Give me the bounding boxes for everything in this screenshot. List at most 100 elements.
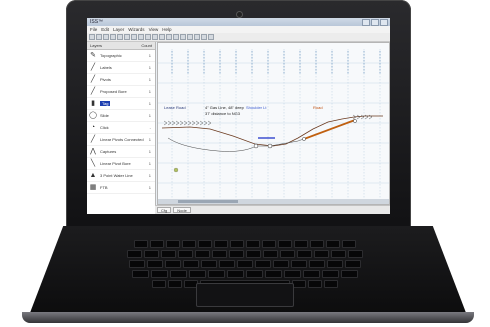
keyboard-key[interactable]	[127, 250, 142, 258]
keyboard-key[interactable]	[291, 260, 307, 268]
keyboard-key[interactable]	[150, 240, 164, 248]
paste-icon[interactable]	[131, 34, 137, 40]
keyboard-key[interactable]	[201, 260, 217, 268]
close-button[interactable]	[380, 19, 388, 26]
scroll-thumb[interactable]	[178, 200, 238, 203]
keyboard-key[interactable]	[246, 240, 260, 248]
keyboard-key[interactable]	[348, 250, 363, 258]
keyboard-key[interactable]	[309, 260, 325, 268]
keyboard-key[interactable]	[310, 240, 324, 248]
marker-dot[interactable]	[173, 167, 179, 173]
keyboard-key[interactable]	[230, 240, 244, 248]
layer-row[interactable]: ▦ FTB 1	[87, 182, 155, 194]
keyboard-key[interactable]	[165, 260, 181, 268]
layer-row[interactable]: ▲ 3 Point Water Line 1	[87, 170, 155, 182]
pivot-node[interactable]	[302, 137, 306, 141]
zoom-fit-icon[interactable]	[201, 34, 207, 40]
keyboard-key[interactable]	[134, 240, 148, 248]
pivot-node[interactable]	[353, 119, 357, 123]
layer-row[interactable]: ╱ Linear Pivots Connected 1	[87, 134, 155, 146]
maximize-button[interactable]	[371, 19, 379, 26]
keyboard-key[interactable]	[292, 280, 306, 288]
keyboard-key[interactable]	[132, 270, 149, 278]
keyboard-key[interactable]	[212, 250, 227, 258]
keyboard-key[interactable]	[198, 240, 212, 248]
zoom-in-icon[interactable]	[187, 34, 193, 40]
keyboard-key[interactable]	[294, 240, 308, 248]
menu-file[interactable]: File	[90, 26, 97, 33]
touchpad[interactable]	[196, 283, 294, 307]
keyboard-key[interactable]	[195, 250, 210, 258]
keyboard-key[interactable]	[170, 270, 187, 278]
zoom-out-icon[interactable]	[194, 34, 200, 40]
keyboard-key[interactable]	[166, 240, 180, 248]
keyboard-key[interactable]	[237, 260, 253, 268]
layer-row[interactable]: ╱ Proposed Bore 1	[87, 86, 155, 98]
layer-row[interactable]: ╲ Linear Pivot Bore 1	[87, 158, 155, 170]
keyboard-key[interactable]	[246, 270, 263, 278]
redo-icon[interactable]	[145, 34, 151, 40]
keyboard-key[interactable]	[182, 240, 196, 248]
keyboard-key[interactable]	[297, 250, 312, 258]
layer-row[interactable]: ╱ Labels 1	[87, 62, 155, 74]
keyboard-key[interactable]	[308, 280, 322, 288]
print-icon[interactable]	[110, 34, 116, 40]
profile-canvas[interactable]: Lease Road 4" Gas Line, 48" deep 37' dis…	[157, 42, 390, 205]
keyboard-key[interactable]	[326, 240, 340, 248]
save-icon[interactable]	[103, 34, 109, 40]
pan-icon[interactable]	[208, 34, 214, 40]
keyboard-key[interactable]	[168, 280, 182, 288]
keyboard-key[interactable]	[262, 240, 276, 248]
pivot-node[interactable]	[267, 143, 273, 149]
undo-icon[interactable]	[138, 34, 144, 40]
minimize-button[interactable]	[362, 19, 370, 26]
tab-node[interactable]: Node	[173, 207, 191, 213]
pivot-node[interactable]	[253, 143, 259, 149]
keyboard-key[interactable]	[208, 270, 225, 278]
keyboard-key[interactable]	[327, 260, 343, 268]
keyboard-key[interactable]	[273, 260, 289, 268]
line-tool-icon[interactable]	[159, 34, 165, 40]
pointer-icon[interactable]	[152, 34, 158, 40]
text-tool-icon[interactable]	[173, 34, 179, 40]
layer-row[interactable]: ◯ Slide 1	[87, 110, 155, 122]
keyboard-key[interactable]	[265, 270, 282, 278]
keyboard-key[interactable]	[341, 270, 358, 278]
profile-drawing[interactable]: Lease Road 4" Gas Line, 48" deep 37' dis…	[158, 43, 389, 204]
keyboard-key[interactable]	[183, 260, 199, 268]
keyboard-key[interactable]	[229, 250, 244, 258]
keyboard-key[interactable]	[189, 270, 206, 278]
keyboard-key[interactable]	[214, 240, 228, 248]
tab-cfg[interactable]: Cfg	[157, 207, 172, 213]
keyboard-key[interactable]	[303, 270, 320, 278]
keyboard-key[interactable]	[246, 250, 261, 258]
measure-icon[interactable]	[180, 34, 186, 40]
menu-view[interactable]: View	[149, 26, 159, 33]
keyboard-key[interactable]	[331, 250, 346, 258]
keyboard-key[interactable]	[345, 260, 361, 268]
keyboard-key[interactable]	[161, 250, 176, 258]
keyboard-key[interactable]	[284, 270, 301, 278]
layer-row[interactable]: ▮ Tag 1	[87, 98, 155, 110]
layer-row[interactable]: ⋀ Captures 1	[87, 146, 155, 158]
layer-row[interactable]: ╱ Pivots 1	[87, 74, 155, 86]
node-tool-icon[interactable]	[166, 34, 172, 40]
keyboard-key[interactable]	[144, 250, 159, 258]
keyboard-key[interactable]	[278, 240, 292, 248]
keyboard-key[interactable]	[152, 280, 166, 288]
keyboard-key[interactable]	[263, 250, 278, 258]
copy-icon[interactable]	[124, 34, 130, 40]
keyboard-key[interactable]	[151, 270, 168, 278]
keyboard-key[interactable]	[219, 260, 235, 268]
keyboard-key[interactable]	[314, 250, 329, 258]
new-file-icon[interactable]	[89, 34, 95, 40]
menu-edit[interactable]: Edit	[101, 26, 109, 33]
menu-wizards[interactable]: Wizards	[128, 26, 144, 33]
layer-row[interactable]: ◔ Click -	[87, 122, 155, 134]
layer-row[interactable]: ✎ Topographic 1	[87, 50, 155, 62]
keyboard-key[interactable]	[322, 270, 339, 278]
keyboard-key[interactable]	[324, 280, 338, 288]
keyboard-key[interactable]	[255, 260, 271, 268]
menu-layer[interactable]: Layer	[113, 26, 124, 33]
cut-icon[interactable]	[117, 34, 123, 40]
